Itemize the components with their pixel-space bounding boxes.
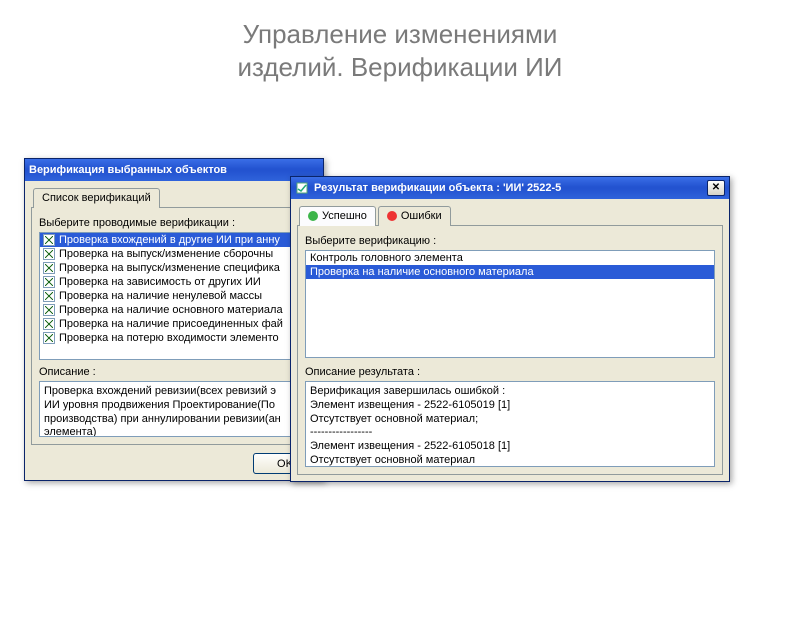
result-description-label: Описание результата :	[305, 366, 715, 378]
checklist-item-label: Проверка на наличие основного материала	[59, 304, 283, 316]
tab-verification-list[interactable]: Список верификаций	[33, 188, 160, 208]
description-label: Описание :	[39, 366, 309, 378]
tab-label: Успешно	[322, 210, 367, 222]
checklist-item-label: Проверка на выпуск/изменение специфика	[59, 262, 280, 274]
checklist-item-label: Проверка на выпуск/изменение сборочны	[59, 248, 273, 260]
checklist-item[interactable]: Проверка вхождений в другие ИИ при анну	[40, 233, 308, 247]
prompt-select-verifications: Выберите проводимые верификации :	[39, 217, 309, 229]
titlebar-left[interactable]: Верификация выбранных объектов	[25, 159, 323, 181]
checklist-item-label: Проверка на зависимость от других ИИ	[59, 276, 261, 288]
result-description-text: Верификация завершилась ошибкой : Элемен…	[305, 381, 715, 467]
tab-errors[interactable]: Ошибки	[378, 206, 451, 226]
prompt-select-verification: Выберите верификацию :	[305, 235, 715, 247]
window-title-left: Верификация выбранных объектов	[29, 164, 227, 176]
checklist-item-label: Проверка на наличие присоединенных фай	[59, 318, 283, 330]
checkbox[interactable]	[43, 290, 55, 302]
slide-title-line2: изделий. Верификации ИИ	[0, 51, 800, 84]
tab-label: Ошибки	[401, 210, 442, 222]
tabstrip-left: Список верификаций	[31, 187, 317, 208]
checklist-item[interactable]: Проверка на потерю входимости элементо	[40, 331, 308, 345]
checkbox[interactable]	[43, 276, 55, 288]
tabstrip-right: Успешно Ошибки	[297, 205, 723, 226]
checklist-item[interactable]: Проверка на наличие ненулевой массы	[40, 289, 308, 303]
close-icon[interactable]: ✕	[707, 180, 725, 196]
checklist-item-label: Проверка на потерю входимости элементо	[59, 332, 279, 344]
checklist-item[interactable]: Проверка на зависимость от других ИИ	[40, 275, 308, 289]
app-icon	[295, 181, 309, 195]
window-verification-result: Результат верификации объекта : 'ИИ' 252…	[290, 176, 730, 482]
checklist-item[interactable]: Проверка на выпуск/изменение сборочны	[40, 247, 308, 261]
checklist-item-label: Проверка вхождений в другие ИИ при анну	[59, 234, 280, 246]
titlebar-right[interactable]: Результат верификации объекта : 'ИИ' 252…	[291, 177, 729, 199]
checkbox[interactable]	[43, 234, 55, 246]
checkbox[interactable]	[43, 318, 55, 330]
slide-title: Управление изменениями изделий. Верифика…	[0, 18, 800, 83]
checkbox[interactable]	[43, 262, 55, 274]
description-text: Проверка вхождений ревизии(всех ревизий …	[39, 381, 309, 437]
checklist-item[interactable]: Проверка на наличие присоединенных фай	[40, 317, 308, 331]
verification-checklist[interactable]: Проверка вхождений в другие ИИ при анну П…	[39, 232, 309, 360]
checklist-item[interactable]: Проверка на выпуск/изменение специфика	[40, 261, 308, 275]
success-icon	[308, 211, 318, 221]
window-verification-list: Верификация выбранных объектов Список ве…	[24, 158, 324, 481]
result-list-item[interactable]: Контроль головного элемента	[306, 251, 714, 265]
checklist-item[interactable]: Проверка на наличие основного материала	[40, 303, 308, 317]
window-title-right: Результат верификации объекта : 'ИИ' 252…	[314, 182, 561, 194]
checklist-item-label: Проверка на наличие ненулевой массы	[59, 290, 262, 302]
checkbox[interactable]	[43, 248, 55, 260]
error-icon	[387, 211, 397, 221]
slide-title-line1: Управление изменениями	[0, 18, 800, 51]
result-list-item[interactable]: Проверка на наличие основного материала	[306, 265, 714, 279]
verification-result-list[interactable]: Контроль головного элементаПроверка на н…	[305, 250, 715, 358]
checkbox[interactable]	[43, 332, 55, 344]
tab-success[interactable]: Успешно	[299, 206, 376, 226]
checkbox[interactable]	[43, 304, 55, 316]
